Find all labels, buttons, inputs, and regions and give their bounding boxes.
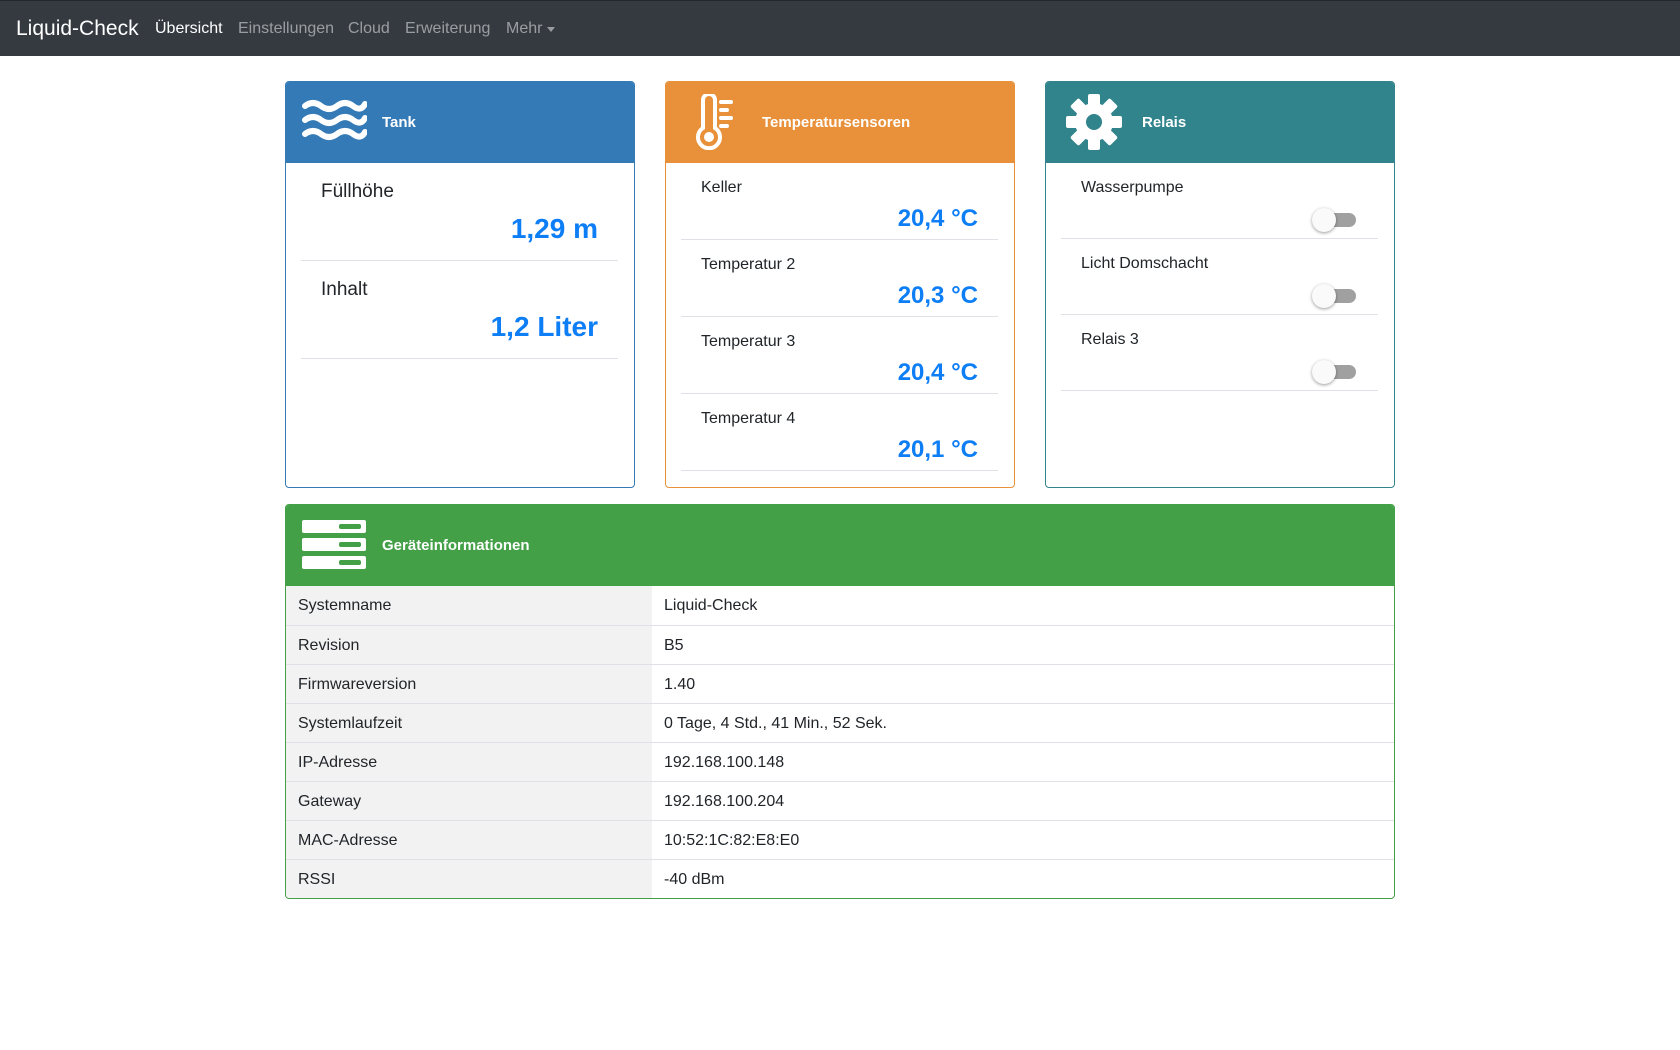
nav-cloud[interactable]: Cloud xyxy=(348,1,390,57)
table-row: IP-Adresse 192.168.100.148 xyxy=(286,742,1394,782)
info-key: Firmwareversion xyxy=(286,665,652,704)
temp-label-temperatur-3: Temperatur 3 xyxy=(701,333,796,350)
tank-card: Tank Füllhöhe 1,29 m Inhalt 1,2 Liter xyxy=(285,81,635,488)
info-key: Systemlaufzeit xyxy=(286,704,652,743)
tank-value-fuellhoehe: 1,29 m xyxy=(510,213,598,244)
thermometer-icon xyxy=(680,94,748,150)
info-key: Gateway xyxy=(286,782,652,821)
info-value: 192.168.100.148 xyxy=(664,753,785,771)
temp-row-temperatur-2: Temperatur 2 20,3 °C xyxy=(681,240,998,317)
toggle-knob xyxy=(1312,360,1336,384)
temp-label-temperatur-4: Temperatur 4 xyxy=(701,410,796,427)
table-row: RSSI -40 dBm xyxy=(286,859,1394,898)
tank-label-inhalt: Inhalt xyxy=(321,279,368,300)
temp-row-temperatur-4: Temperatur 4 20,1 °C xyxy=(681,394,998,471)
table-row: MAC-Adresse 10:52:1C:82:E8:E0 xyxy=(286,820,1394,860)
temp-value-temperatur-4: 20,1 °C xyxy=(897,436,978,463)
table-row: Systemlaufzeit 0 Tage, 4 Std., 41 Min., … xyxy=(286,703,1394,743)
info-value: 10:52:1C:82:E8:E0 xyxy=(664,831,800,849)
server-icon xyxy=(300,517,368,573)
temp-row-keller: Keller 20,4 °C xyxy=(681,163,998,240)
nav-uebersicht[interactable]: Übersicht xyxy=(155,1,223,57)
relay-toggle-relais-3[interactable] xyxy=(1312,360,1358,384)
device-info-card-header: Geräteinformationen xyxy=(286,505,1394,586)
nav-mehr-label: Mehr xyxy=(506,20,543,37)
info-key: MAC-Adresse xyxy=(286,821,652,860)
device-info-card: Geräteinformationen Systemname Liquid-Ch… xyxy=(285,504,1395,899)
info-value: Liquid-Check xyxy=(664,596,758,614)
info-value: 0 Tage, 4 Std., 41 Min., 52 Sek. xyxy=(664,714,887,732)
info-value: B5 xyxy=(664,636,684,654)
tank-value-inhalt: 1,2 Liter xyxy=(490,311,598,342)
temp-row-temperatur-3: Temperatur 3 20,4 °C xyxy=(681,317,998,394)
info-value: 1.40 xyxy=(664,675,696,693)
relay-toggle-wasserpumpe[interactable] xyxy=(1312,208,1358,232)
device-info-title: Geräteinformationen xyxy=(382,537,530,554)
table-row: Revision B5 xyxy=(286,625,1394,665)
device-info-table: Systemname Liquid-Check Revision B5 Firm… xyxy=(286,586,1394,898)
temperature-card-header: Temperatursensoren xyxy=(666,82,1014,163)
relays-card-header: Relais xyxy=(1046,82,1394,163)
info-key: Systemname xyxy=(286,586,652,625)
tank-title: Tank xyxy=(382,114,416,131)
temp-value-temperatur-3: 20,4 °C xyxy=(897,359,978,386)
nav-mehr-dropdown[interactable]: Mehr xyxy=(506,1,556,57)
nav-einstellungen[interactable]: Einstellungen xyxy=(238,1,334,57)
caret-down-icon xyxy=(547,27,556,32)
nav-erweiterung[interactable]: Erweiterung xyxy=(405,1,490,57)
navbar: Liquid-Check Übersicht Einstellungen Clo… xyxy=(0,0,1680,56)
gear-icon xyxy=(1060,94,1128,150)
relays-title: Relais xyxy=(1142,114,1187,131)
relay-row-relais-3: Relais 3 xyxy=(1061,315,1378,391)
temp-label-keller: Keller xyxy=(701,179,742,196)
toggle-knob xyxy=(1312,208,1336,232)
table-row: Firmwareversion 1.40 xyxy=(286,664,1394,704)
table-row: Systemname Liquid-Check xyxy=(286,586,1394,625)
info-key: IP-Adresse xyxy=(286,743,652,782)
temp-label-temperatur-2: Temperatur 2 xyxy=(701,256,796,273)
relay-label-licht-domschacht: Licht Domschacht xyxy=(1081,255,1209,272)
relay-label-wasserpumpe: Wasserpumpe xyxy=(1081,179,1184,196)
relay-row-licht-domschacht: Licht Domschacht xyxy=(1061,239,1378,315)
temperature-title: Temperatursensoren xyxy=(762,114,911,131)
temp-value-keller: 20,4 °C xyxy=(897,205,978,232)
relay-row-wasserpumpe: Wasserpumpe xyxy=(1061,163,1378,239)
relays-card: Relais Wasserpumpe Licht Domschacht Rela… xyxy=(1045,81,1395,488)
tank-row-inhalt: Inhalt 1,2 Liter xyxy=(301,261,618,359)
relay-label-relais-3: Relais 3 xyxy=(1081,331,1139,348)
temp-value-temperatur-2: 20,3 °C xyxy=(897,282,978,309)
info-value: -40 dBm xyxy=(664,870,725,888)
info-key: Revision xyxy=(286,626,652,665)
toggle-knob xyxy=(1312,284,1336,308)
table-row: Gateway 192.168.100.204 xyxy=(286,781,1394,821)
relay-toggle-licht-domschacht[interactable] xyxy=(1312,284,1358,308)
info-value: 192.168.100.204 xyxy=(664,792,785,810)
waves-icon xyxy=(300,94,368,150)
tank-label-fuellhoehe: Füllhöhe xyxy=(321,181,394,202)
info-key: RSSI xyxy=(286,860,652,898)
brand-logo[interactable]: Liquid-Check xyxy=(16,1,139,57)
tank-card-header: Tank xyxy=(286,82,634,163)
tank-row-fuellhoehe: Füllhöhe 1,29 m xyxy=(301,163,618,261)
temperature-card: Temperatursensoren Keller 20,4 °C Temper… xyxy=(665,81,1015,488)
